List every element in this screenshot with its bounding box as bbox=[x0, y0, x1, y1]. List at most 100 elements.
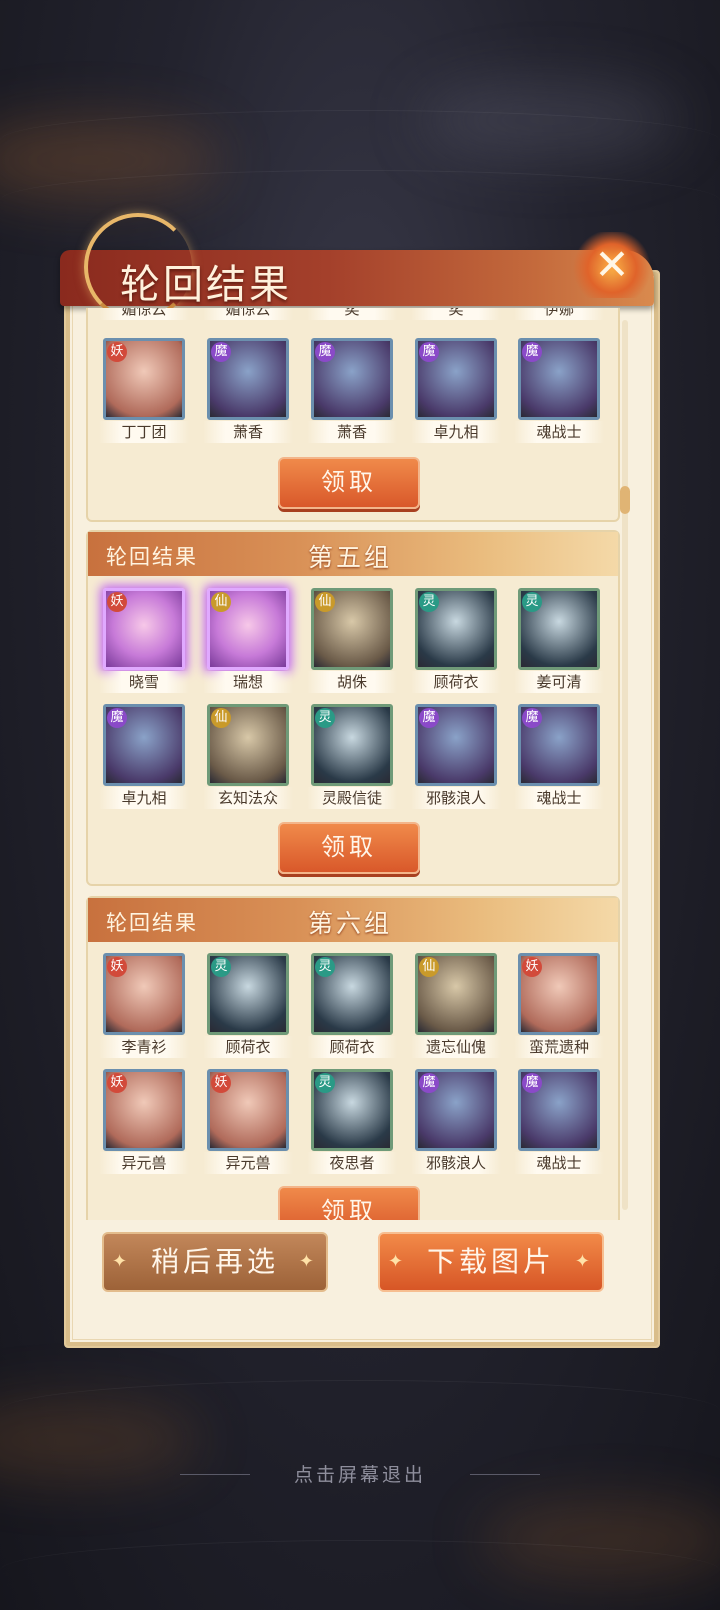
faction-badge: 仙 bbox=[419, 957, 439, 977]
hero-name: 魂战士 bbox=[514, 421, 604, 443]
hero-card[interactable]: 妖 bbox=[103, 1069, 185, 1151]
hero-name: 胡侏 bbox=[307, 671, 397, 693]
hero-name: 邪骸浪人 bbox=[411, 787, 501, 809]
claim-button-group-6[interactable]: 领取 bbox=[278, 1186, 420, 1220]
hero-name: 顾荷衣 bbox=[411, 671, 501, 693]
faction-badge: 魔 bbox=[419, 1073, 439, 1093]
hero-name: 卓九相 bbox=[99, 787, 189, 809]
hero-card[interactable]: 仙 bbox=[415, 953, 497, 1035]
hero-card[interactable]: 魔 bbox=[518, 1069, 600, 1151]
claim-button-previous[interactable]: 领取 bbox=[278, 457, 420, 509]
hero-card[interactable]: 灵 bbox=[518, 588, 600, 670]
hero-name: 瑞想 bbox=[203, 671, 293, 693]
hero-card[interactable]: 仙 bbox=[311, 588, 393, 670]
choose-later-button[interactable]: ✦ 稍后再选 ✦ bbox=[102, 1232, 328, 1292]
hero-card[interactable]: 妖 bbox=[103, 953, 185, 1035]
hero-card[interactable]: 仙 bbox=[207, 588, 289, 670]
hero-name: 遗忘仙傀 bbox=[411, 1036, 501, 1058]
faction-badge: 妖 bbox=[211, 1073, 231, 1093]
hero-name: 萧香 bbox=[203, 421, 293, 443]
hero-name: 伊娜 bbox=[514, 308, 604, 320]
hero-card[interactable]: 魔 bbox=[207, 338, 289, 420]
faction-badge: 魔 bbox=[211, 342, 231, 362]
hero-name: 奕 bbox=[411, 308, 501, 320]
faction-badge: 灵 bbox=[419, 592, 439, 612]
group-label: 轮回结果 bbox=[106, 545, 198, 569]
hero-card[interactable]: 妖 bbox=[207, 1069, 289, 1151]
faction-badge: 仙 bbox=[211, 708, 231, 728]
faction-badge: 魔 bbox=[522, 342, 542, 362]
faction-badge: 魔 bbox=[107, 708, 127, 728]
hero-card[interactable]: 灵 bbox=[311, 704, 393, 786]
exit-hint: 点击屏幕退出 bbox=[293, 1464, 426, 1486]
faction-badge: 妖 bbox=[107, 1073, 127, 1093]
group-name: 第六组 bbox=[308, 909, 393, 938]
faction-badge: 妖 bbox=[107, 342, 127, 362]
faction-badge: 灵 bbox=[315, 1073, 335, 1093]
hero-name: 玄知法众 bbox=[203, 787, 293, 809]
download-image-button[interactable]: ✦ 下载图片 ✦ bbox=[378, 1232, 604, 1292]
faction-badge: 妖 bbox=[522, 957, 542, 977]
hero-card[interactable]: 魔 bbox=[103, 704, 185, 786]
hero-card[interactable]: 妖 bbox=[103, 338, 185, 420]
faction-badge: 魔 bbox=[419, 708, 439, 728]
divider bbox=[470, 1474, 540, 1475]
faction-badge: 魔 bbox=[419, 342, 439, 362]
group-name: 第五组 bbox=[308, 543, 393, 572]
hero-name: 媚惊云 bbox=[203, 308, 293, 320]
hero-name: 奕 bbox=[307, 308, 397, 320]
hero-card[interactable]: 魔 bbox=[311, 338, 393, 420]
hero-card[interactable]: 灵 bbox=[207, 953, 289, 1035]
hero-card[interactable]: 灵 bbox=[415, 588, 497, 670]
hero-card[interactable]: 妖 bbox=[518, 953, 600, 1035]
faction-badge: 魔 bbox=[522, 708, 542, 728]
download-image-label: 下载图片 bbox=[426, 1245, 555, 1278]
hero-card[interactable]: 魔 bbox=[518, 338, 600, 420]
faction-badge: 灵 bbox=[315, 957, 335, 977]
hero-name: 异元兽 bbox=[203, 1152, 293, 1174]
hero-name: 丁丁团 bbox=[99, 421, 189, 443]
faction-badge: 魔 bbox=[522, 1073, 542, 1093]
sparkle-icon: ✦ bbox=[388, 1251, 408, 1272]
hero-card[interactable]: 灵 bbox=[311, 1069, 393, 1151]
faction-badge: 妖 bbox=[107, 957, 127, 977]
panel-title: 轮回结果 bbox=[120, 262, 292, 308]
hero-name: 异元兽 bbox=[99, 1152, 189, 1174]
hero-card[interactable]: 仙 bbox=[207, 704, 289, 786]
hero-name: 蛮荒遗种 bbox=[514, 1036, 604, 1058]
group-label: 轮回结果 bbox=[106, 911, 198, 935]
faction-badge: 灵 bbox=[211, 957, 231, 977]
results-scroll-area[interactable]: 媚惊云 媚惊云奕奕伊娜 妖丁丁团魔萧香魔萧香魔卓九相魔魂战士 领取 轮回结果 第五… bbox=[86, 308, 626, 1220]
faction-badge: 魔 bbox=[315, 342, 335, 362]
faction-badge: 妖 bbox=[107, 592, 127, 612]
hero-card[interactable]: 魔 bbox=[518, 704, 600, 786]
hero-name: 灵殿信徒 bbox=[307, 787, 397, 809]
sparkle-icon: ✦ bbox=[298, 1251, 318, 1272]
hero-card[interactable]: 魔 bbox=[415, 704, 497, 786]
sparkle-icon: ✦ bbox=[574, 1251, 594, 1272]
hero-name: 夜思者 bbox=[307, 1152, 397, 1174]
hero-name: 媚惊云 bbox=[99, 308, 189, 320]
group-header: 轮回结果 第五组 bbox=[88, 532, 618, 576]
claim-button-group-5[interactable]: 领取 bbox=[278, 822, 420, 874]
hero-name: 姜可清 bbox=[514, 671, 604, 693]
hero-name: 顾荷衣 bbox=[307, 1036, 397, 1058]
hero-name: 晓雪 bbox=[99, 671, 189, 693]
hero-card[interactable]: 魔 bbox=[415, 338, 497, 420]
faction-badge: 仙 bbox=[211, 592, 231, 612]
hero-name: 李青衫 bbox=[99, 1036, 189, 1058]
close-button[interactable]: ✕ bbox=[572, 232, 652, 298]
faction-badge: 灵 bbox=[315, 708, 335, 728]
hero-name: 魂战士 bbox=[514, 787, 604, 809]
hero-name: 卓九相 bbox=[411, 421, 501, 443]
hero-card[interactable]: 灵 bbox=[311, 953, 393, 1035]
faction-badge: 灵 bbox=[522, 592, 542, 612]
hero-name: 魂战士 bbox=[514, 1152, 604, 1174]
hero-name: 顾荷衣 bbox=[203, 1036, 293, 1058]
choose-later-label: 稍后再选 bbox=[150, 1245, 279, 1278]
sparkle-icon: ✦ bbox=[112, 1251, 132, 1272]
hero-card[interactable]: 妖 bbox=[103, 588, 185, 670]
hero-name: 萧香 bbox=[307, 421, 397, 443]
faction-badge: 仙 bbox=[315, 592, 335, 612]
hero-card[interactable]: 魔 bbox=[415, 1069, 497, 1151]
